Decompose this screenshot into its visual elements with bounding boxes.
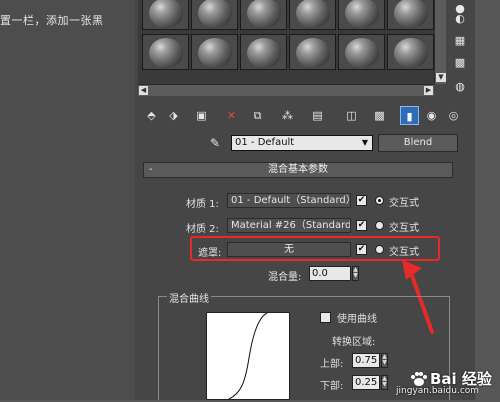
material-2-checkbox[interactable]: ✔ (356, 220, 367, 231)
sample-slot[interactable] (289, 0, 336, 30)
material-sphere-icon (345, 38, 379, 68)
make-unique-icon[interactable]: ⁂ (278, 106, 297, 125)
material-name-dropdown[interactable]: 01 - Default ▼ (231, 135, 373, 151)
scroll-right-icon[interactable]: ▶ (424, 86, 433, 95)
material-1-interactive-radio[interactable] (375, 196, 384, 205)
curve-line-icon (228, 312, 268, 400)
use-curve-checkbox[interactable] (320, 312, 331, 323)
lower-input[interactable]: 0.25 (352, 375, 380, 390)
transition-zone-label: 转换区域: (332, 337, 376, 348)
material-2-interactive-label: 交互式 (389, 223, 419, 234)
sample-slot[interactable] (338, 34, 385, 70)
side-toolbar: ● ◐ ▦ ▩ ◍ (446, 0, 475, 100)
go-forward-icon[interactable]: ◎ (444, 106, 463, 125)
lower-spinner[interactable]: ▲ ▼ (381, 375, 388, 390)
sample-slot[interactable] (191, 0, 238, 30)
material-toolbar: ⬘ ⬗ ▣ ✕ ⧉ ⁂ ▤ ◫ ▩ ▮ ◉ ◎ (138, 104, 468, 130)
background-region (0, 0, 135, 400)
paw-icon (411, 372, 427, 386)
sample-slot[interactable] (191, 34, 238, 70)
mix-curve-preview (206, 312, 290, 400)
background-icon[interactable]: ▦ (452, 34, 468, 48)
put-to-library-icon[interactable]: ▤ (308, 106, 327, 125)
material-1-interactive-label: 交互式 (389, 198, 419, 209)
material-sphere-icon (198, 38, 232, 68)
material-id-icon[interactable]: ◫ (342, 106, 361, 125)
sample-slot[interactable] (240, 34, 287, 70)
reset-map-icon[interactable]: ✕ (222, 106, 241, 125)
material-sphere-icon (394, 0, 428, 28)
lower-label: 下部: (320, 381, 344, 392)
sample-slot[interactable] (240, 0, 287, 30)
sample-slot[interactable] (289, 34, 336, 70)
material-type-button[interactable]: Blend (378, 134, 458, 152)
sample-slot[interactable] (387, 0, 434, 30)
material-sphere-icon (247, 38, 281, 68)
chevron-down-icon[interactable]: ▼ (360, 138, 370, 148)
material-sphere-icon (149, 38, 183, 68)
scroll-down-icon[interactable]: ▼ (436, 73, 446, 82)
mix-curve-legend: 混合曲线 (167, 290, 211, 305)
sample-slot[interactable] (142, 0, 189, 30)
material-1-checkbox[interactable]: ✔ (356, 195, 367, 206)
mix-amount-label: 混合量: (268, 272, 302, 283)
material-sphere-icon (296, 0, 330, 28)
sample-uv-tiling-icon[interactable]: ▩ (452, 56, 468, 70)
get-material-icon[interactable]: ⬘ (142, 106, 161, 125)
sample-slot[interactable] (142, 34, 189, 70)
material-1-button[interactable]: 01 - Default（Standard） (227, 193, 351, 208)
make-copy-icon[interactable]: ⧉ (248, 106, 267, 125)
show-map-icon[interactable]: ▩ (370, 106, 389, 125)
rollout-header[interactable]: - 混合基本参数 (143, 162, 453, 178)
material-sphere-icon (394, 38, 428, 68)
material-name-value: 01 - Default (235, 137, 295, 148)
material-2-label: 材质 2: (186, 224, 219, 235)
material-sphere-icon (149, 0, 183, 28)
material-sphere-icon (247, 0, 281, 28)
material-2-button[interactable]: Material #26（Standard） (227, 218, 351, 233)
upper-label: 上部: (320, 359, 344, 370)
backlight-icon[interactable]: ◐ (452, 12, 468, 26)
material-sphere-icon (296, 38, 330, 68)
upper-spinner[interactable]: ▲ ▼ (381, 353, 388, 368)
material-1-label: 材质 1: (186, 199, 219, 210)
sample-slot[interactable] (387, 34, 434, 70)
rollout-title: 混合基本参数 (268, 164, 328, 175)
material-sphere-icon (345, 0, 379, 28)
article-text: 置一栏，添加一张黑 (0, 14, 104, 27)
mix-curve-group: 混合曲线 (158, 290, 450, 400)
put-to-scene-icon[interactable]: ⬗ (164, 106, 183, 125)
show-end-result-icon[interactable]: ▮ (400, 106, 419, 125)
sample-slot[interactable] (338, 0, 385, 30)
mix-amount-spinner[interactable]: ▲ ▼ (352, 266, 359, 281)
upper-input[interactable]: 0.75 (352, 353, 380, 368)
scroll-left-icon[interactable]: ◀ (139, 86, 148, 95)
material-2-interactive-radio[interactable] (375, 221, 384, 230)
material-sphere-icon (198, 0, 232, 28)
mix-amount-input[interactable]: 0.0 (309, 266, 351, 281)
watermark-url: jingyan.baidu.com (396, 386, 480, 396)
video-color-check-icon[interactable]: ◍ (452, 80, 468, 94)
sample-slot-grid (138, 0, 434, 84)
eyedropper-icon[interactable]: ✎ (210, 136, 220, 150)
assign-material-icon[interactable]: ▣ (192, 106, 211, 125)
go-to-parent-icon[interactable]: ◉ (422, 106, 441, 125)
horizontal-scrollbar[interactable]: ◀ ▶ (138, 84, 434, 96)
use-curve-label: 使用曲线 (337, 314, 377, 325)
